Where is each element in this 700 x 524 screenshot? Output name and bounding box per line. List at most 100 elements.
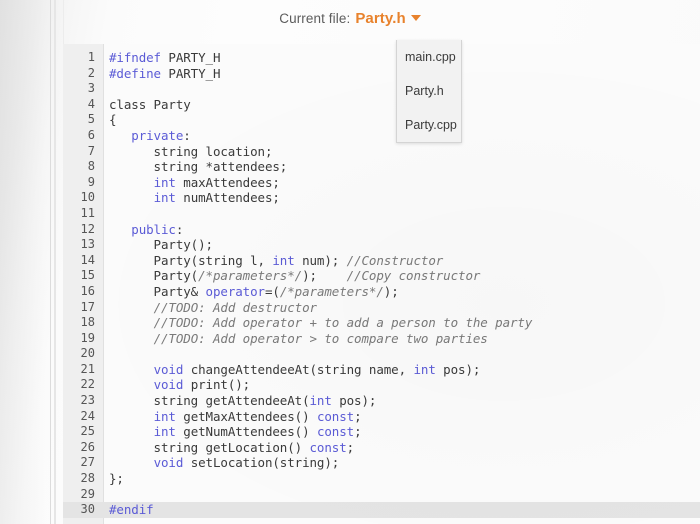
line-number: 1 [87,50,95,64]
code-line[interactable]: 8 string *attendees; [63,159,700,175]
code-token: int [153,174,176,190]
code-token: //TODO: Add operator + to add a person t… [153,315,533,331]
line-number: 24 [80,408,95,423]
code-token: Party(string l, [109,252,273,268]
code-token: ; [354,408,362,424]
line-number: 21 [80,361,95,376]
code-token: { [109,112,117,128]
code-line[interactable]: 23 string getAttendeeAt(int pos); [63,393,700,409]
code-token: int [309,393,332,409]
code-token: string *attendees; [109,159,288,175]
code-line[interactable]: 7 string location; [63,144,700,160]
code-line[interactable]: 26 string getLocation() const; [63,440,700,456]
line-source: Party& operator=(/*parameters*/); [109,284,399,300]
line-number: 20 [80,346,95,361]
code-token: const [316,408,355,424]
code-line[interactable]: 10 int numAttendees; [63,190,700,206]
line-number: 9 [87,174,95,189]
line-number: 5 [87,112,95,127]
line-source: Party(string l, int num); //Constructor [109,252,444,269]
line-number: 4 [87,96,95,111]
code-editor[interactable]: 1 #ifndef PARTY_H 2 #define PARTY_H 3 4 class … [63,44,700,524]
code-line[interactable]: 16 Party& operator=(/*parameters*/); [63,284,700,300]
code-line[interactable]: 4 class Party [63,97,700,113]
code-line[interactable]: 18 //TODO: Add operator + to add a perso… [63,315,700,331]
code-token: numAttendees; [175,190,280,206]
code-line[interactable]: 21 void changeAttendeeAt(string name, in… [63,362,700,378]
code-line[interactable]: 6 private: [63,128,700,144]
code-token: getMaxAttendees() [175,408,317,424]
code-line[interactable]: 9 int maxAttendees; [63,175,700,191]
code-token: public [131,221,176,237]
code-line[interactable]: 22 void print(); [63,377,700,393]
code-line[interactable]: 17 //TODO: Add destructor [63,300,700,316]
code-token: PARTY_H [168,65,221,81]
file-dropdown-option[interactable]: Party.cpp [397,108,461,142]
line-source: void setLocation(string); [109,455,340,471]
chevron-down-icon[interactable] [410,15,421,21]
code-line[interactable]: 28}; [63,471,700,487]
code-token: ; [346,439,355,455]
code-token: getNumAttendees() [175,424,317,440]
line-number: 10 [80,190,95,205]
code-line[interactable]: 1 #ifndef PARTY_H [63,50,700,66]
code-line[interactable]: 13 Party(); [63,237,700,253]
code-line[interactable]: 14 Party(string l, int num); //Construct… [63,253,700,269]
line-source: private: [109,128,191,144]
code-token: pos); [331,393,377,409]
screenshot-root: Current file: Party.h main.cpp Party.h Part… [0,0,700,524]
code-line[interactable]: 24 int getMaxAttendees() const; [63,409,700,425]
code-line[interactable]: 27 void setLocation(string); [63,455,700,471]
code-token: Party& [109,283,206,299]
line-number: 12 [80,221,95,236]
line-source: public: [109,222,183,238]
code-line[interactable]: 15 Party(/*parameters*/); //Copy constru… [63,268,700,284]
code-token: #ifndef [109,50,169,65]
line-number: 28 [80,471,95,486]
line-number: 22 [80,377,95,392]
line-number: 7 [87,143,95,158]
code-line[interactable]: 20 [63,346,700,362]
code-line[interactable]: 12 public: [63,222,700,238]
current-file-value[interactable]: Party.h [355,10,405,27]
line-number: 26 [80,439,95,454]
line-source: Party(); [109,237,214,253]
code-line[interactable]: 3 [63,81,700,97]
code-line[interactable]: 5{ [63,112,700,128]
line-number: 19 [80,330,95,345]
code-token: changeAttendeeAt(string name, [183,361,414,377]
line-source: class Party [109,97,191,113]
line-number: 11 [80,205,95,220]
line-number: 30 [80,502,95,517]
line-source: int getMaxAttendees() const; [109,409,362,425]
code-token: PARTY_H [168,50,221,65]
code-token: /*parameters*/ [279,283,384,299]
line-number: 15 [80,268,95,283]
current-file-label: Current file: [279,11,351,26]
code-token: Party(); [109,237,214,253]
code-token: class Party [109,96,191,112]
code-token: //TODO: Add destructor [153,299,317,315]
code-line[interactable]: 25 int getNumAttendees() const; [63,424,700,440]
code-token: /*parameters*/ [198,268,303,284]
code-line[interactable]: 29 [63,487,700,503]
code-token: ; [354,424,362,440]
code-token: int [413,361,436,377]
file-dropdown-option[interactable]: Party.h [397,74,461,108]
file-dropdown-option[interactable]: main.cpp [397,40,461,74]
file-dropdown-menu[interactable]: main.cpp Party.h Party.cpp [396,40,462,143]
line-source: //TODO: Add operator > to compare two pa… [109,331,488,347]
code-line[interactable]: 30 #endif [63,502,700,518]
code-line[interactable]: 2 #define PARTY_H [63,66,700,82]
code-token: private [131,127,184,143]
line-source: string *attendees; [109,159,288,175]
code-token: maxAttendees; [175,174,280,190]
line-source: int numAttendees; [109,190,280,206]
code-line[interactable]: 19 //TODO: Add operator > to compare two… [63,331,700,347]
current-file-header: Current file: Party.h [0,10,700,32]
code-line[interactable]: 11 [63,206,700,222]
